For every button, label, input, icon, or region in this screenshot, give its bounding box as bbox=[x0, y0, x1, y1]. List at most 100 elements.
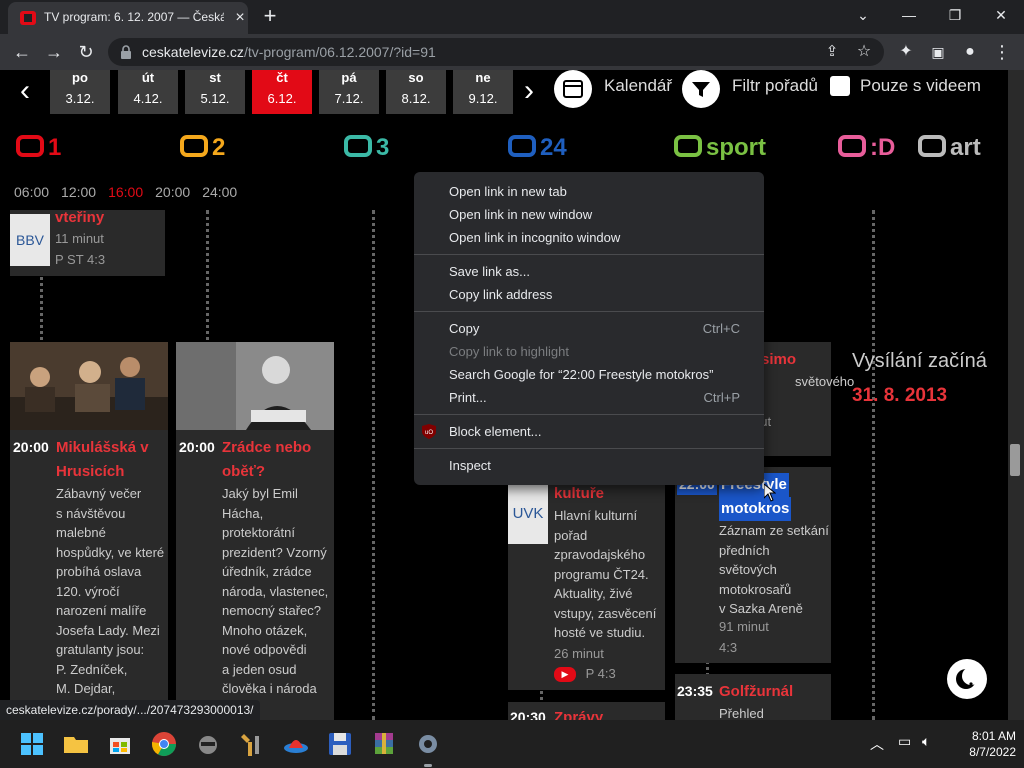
tools-app-icon[interactable] bbox=[236, 728, 268, 760]
program-thumbnail[interactable] bbox=[176, 342, 334, 430]
profile-icon[interactable]: ● bbox=[956, 38, 984, 66]
scroll-thumb[interactable] bbox=[1010, 444, 1020, 476]
menu-open-incognito[interactable]: Open link in incognito window bbox=[414, 226, 764, 249]
dark-mode-toggle[interactable] bbox=[947, 659, 987, 699]
windows-start-icon[interactable] bbox=[16, 728, 48, 760]
program-title[interactable]: Golfžurnál bbox=[719, 680, 793, 704]
prev-week-icon[interactable]: ‹ bbox=[20, 74, 30, 108]
day-name: čt bbox=[276, 70, 288, 85]
program-title[interactable]: Zprávy bbox=[554, 706, 603, 720]
time-link[interactable]: 06:00 bbox=[14, 184, 49, 200]
menu-open-new-window[interactable]: Open link in new window bbox=[414, 203, 764, 226]
description-line: úředník, zrádce bbox=[222, 564, 312, 579]
day-name: ne bbox=[475, 70, 491, 85]
calendar-label[interactable]: Kalendář bbox=[604, 76, 672, 96]
channel-name: 24 bbox=[540, 134, 567, 161]
program-thumbnail[interactable] bbox=[10, 342, 168, 430]
menu-inspect[interactable]: Inspect bbox=[414, 454, 764, 477]
settings-gear-icon[interactable] bbox=[412, 728, 444, 760]
channel-logo[interactable]: 24 bbox=[508, 134, 567, 162]
video-only-checkbox[interactable] bbox=[830, 76, 850, 96]
day-name: so bbox=[408, 70, 424, 85]
program-card[interactable]: BBV vteřiny 11 minut P ST 4:3 bbox=[10, 209, 165, 276]
side-panel-icon[interactable]: ▣ bbox=[924, 38, 952, 66]
address-bar[interactable]: ceskatelevize.cz/tv-program/06.12.2007/?… bbox=[108, 38, 884, 66]
day-tab[interactable]: po 3.12. bbox=[50, 70, 110, 114]
filter-icon[interactable] bbox=[682, 70, 720, 108]
description-line: P. Zedníček, bbox=[56, 661, 128, 677]
day-tab[interactable]: pá 7.12. bbox=[319, 70, 379, 114]
time-link[interactable]: 12:00 bbox=[61, 184, 96, 200]
video-play-icon[interactable]: ▶ bbox=[554, 667, 576, 683]
tray-chevron-icon[interactable]: ︿ bbox=[870, 734, 884, 754]
menu-search-google[interactable]: Search Google for “22:00 Freestyle motok… bbox=[414, 363, 764, 386]
menu-copy[interactable]: Copy Ctrl+C bbox=[414, 317, 764, 340]
share-icon[interactable]: ⇪ bbox=[818, 38, 846, 66]
program-title[interactable]: Mikulášská v bbox=[56, 436, 149, 460]
page-scrollbar[interactable] bbox=[1008, 70, 1024, 720]
winrar-icon[interactable] bbox=[368, 728, 400, 760]
program-title[interactable]: simo bbox=[761, 348, 796, 372]
tab-search-icon[interactable]: ⌄ bbox=[840, 0, 886, 30]
taskbar: ︿ ▭ 🔈︎ 8:01 AM 8/7/2022 bbox=[0, 720, 1024, 768]
program-card[interactable]: UVK kultuře Hlavní kulturní pořad zpravoda… bbox=[508, 484, 665, 690]
program-title[interactable]: oběť? bbox=[222, 460, 265, 484]
reload-icon[interactable]: ↻ bbox=[72, 38, 100, 66]
time-link[interactable]: 20:00 bbox=[155, 184, 190, 200]
restore-icon[interactable]: ❐ bbox=[932, 0, 978, 30]
channel-logo[interactable]: sport bbox=[674, 134, 766, 162]
store-icon[interactable] bbox=[104, 728, 136, 760]
bookmark-star-icon[interactable]: ☆ bbox=[850, 38, 878, 66]
file-explorer-icon[interactable] bbox=[60, 728, 92, 760]
menu-save-link[interactable]: Save link as... bbox=[414, 260, 764, 283]
channel-logo[interactable]: art bbox=[918, 134, 981, 162]
day-tab[interactable]: ne 9.12. bbox=[453, 70, 513, 114]
description-line: v Sazka Areně bbox=[719, 601, 803, 616]
volume-icon[interactable]: 🔈︎ bbox=[922, 733, 930, 750]
chrome-icon[interactable] bbox=[148, 728, 180, 760]
taskbar-clock[interactable]: 8:01 AM 8/7/2022 bbox=[956, 728, 1016, 760]
program-card[interactable]: 20:00 Zrádce nebo oběť? Jaký byl Emil Hác… bbox=[176, 342, 334, 720]
channel-logo[interactable]: 1 bbox=[16, 134, 61, 162]
day-tab[interactable]: so 8.12. bbox=[386, 70, 446, 114]
time-link[interactable]: 16:00 bbox=[108, 184, 143, 200]
day-tab[interactable]: st 5.12. bbox=[185, 70, 245, 114]
next-week-icon[interactable]: › bbox=[524, 74, 534, 108]
program-card[interactable]: 20:30 Zprávy bbox=[508, 702, 665, 720]
calendar-icon[interactable] bbox=[554, 70, 592, 108]
description-line: národa, vlastenec, bbox=[222, 583, 329, 599]
extensions-icon[interactable]: ✦ bbox=[892, 38, 920, 66]
day-tab[interactable]: čt 6.12. bbox=[252, 70, 312, 114]
close-tab-icon[interactable]: × bbox=[230, 8, 250, 28]
new-tab-icon[interactable]: + bbox=[258, 5, 282, 29]
channel-logo[interactable]: 2 bbox=[180, 134, 225, 162]
close-window-icon[interactable]: ✕ bbox=[978, 0, 1024, 30]
description-line: Hácha, bbox=[222, 505, 264, 521]
hat-app-icon[interactable] bbox=[280, 728, 312, 760]
menu-copy-link-address[interactable]: Copy link address bbox=[414, 283, 764, 306]
program-card[interactable]: 20:00 Mikulášská v Hrusicích Zábavný več… bbox=[10, 342, 168, 720]
forward-icon[interactable]: → bbox=[40, 38, 68, 66]
menu-open-new-tab[interactable]: Open link in new tab bbox=[414, 180, 764, 203]
network-icon[interactable]: ▭ bbox=[898, 733, 911, 750]
program-title[interactable]: kultuře bbox=[554, 482, 604, 506]
menu-print[interactable]: Print... Ctrl+P bbox=[414, 386, 764, 409]
menu-icon[interactable]: ⋮ bbox=[988, 38, 1016, 66]
channel-logo[interactable]: :D bbox=[838, 134, 895, 162]
raccoon-app-icon[interactable] bbox=[192, 728, 224, 760]
day-tab[interactable]: út 4.12. bbox=[118, 70, 178, 114]
back-icon[interactable]: ← bbox=[8, 38, 36, 66]
channel-logo[interactable]: 3 bbox=[344, 134, 389, 162]
program-title[interactable]: Hrusicích bbox=[56, 460, 124, 484]
browser-tab[interactable]: TV program: 6. 12. 2007 — Česká × bbox=[8, 2, 248, 34]
minimize-icon[interactable]: — bbox=[886, 0, 932, 30]
time-link[interactable]: 24:00 bbox=[202, 184, 237, 200]
program-title[interactable]: vteřiny bbox=[55, 206, 104, 230]
program-title[interactable]: Zrádce nebo bbox=[222, 436, 311, 460]
program-card[interactable]: 23:35 Golfžurnál Přehled bbox=[675, 674, 831, 720]
program-title[interactable]: motokros bbox=[719, 497, 792, 521]
menu-block-element[interactable]: uO Block element... bbox=[414, 420, 764, 443]
floppy-disk-icon[interactable] bbox=[324, 728, 356, 760]
filter-label[interactable]: Filtr pořadů bbox=[732, 76, 818, 96]
program-card[interactable]: 22:00 Freestyle motokros Záznam ze setká… bbox=[675, 467, 831, 663]
